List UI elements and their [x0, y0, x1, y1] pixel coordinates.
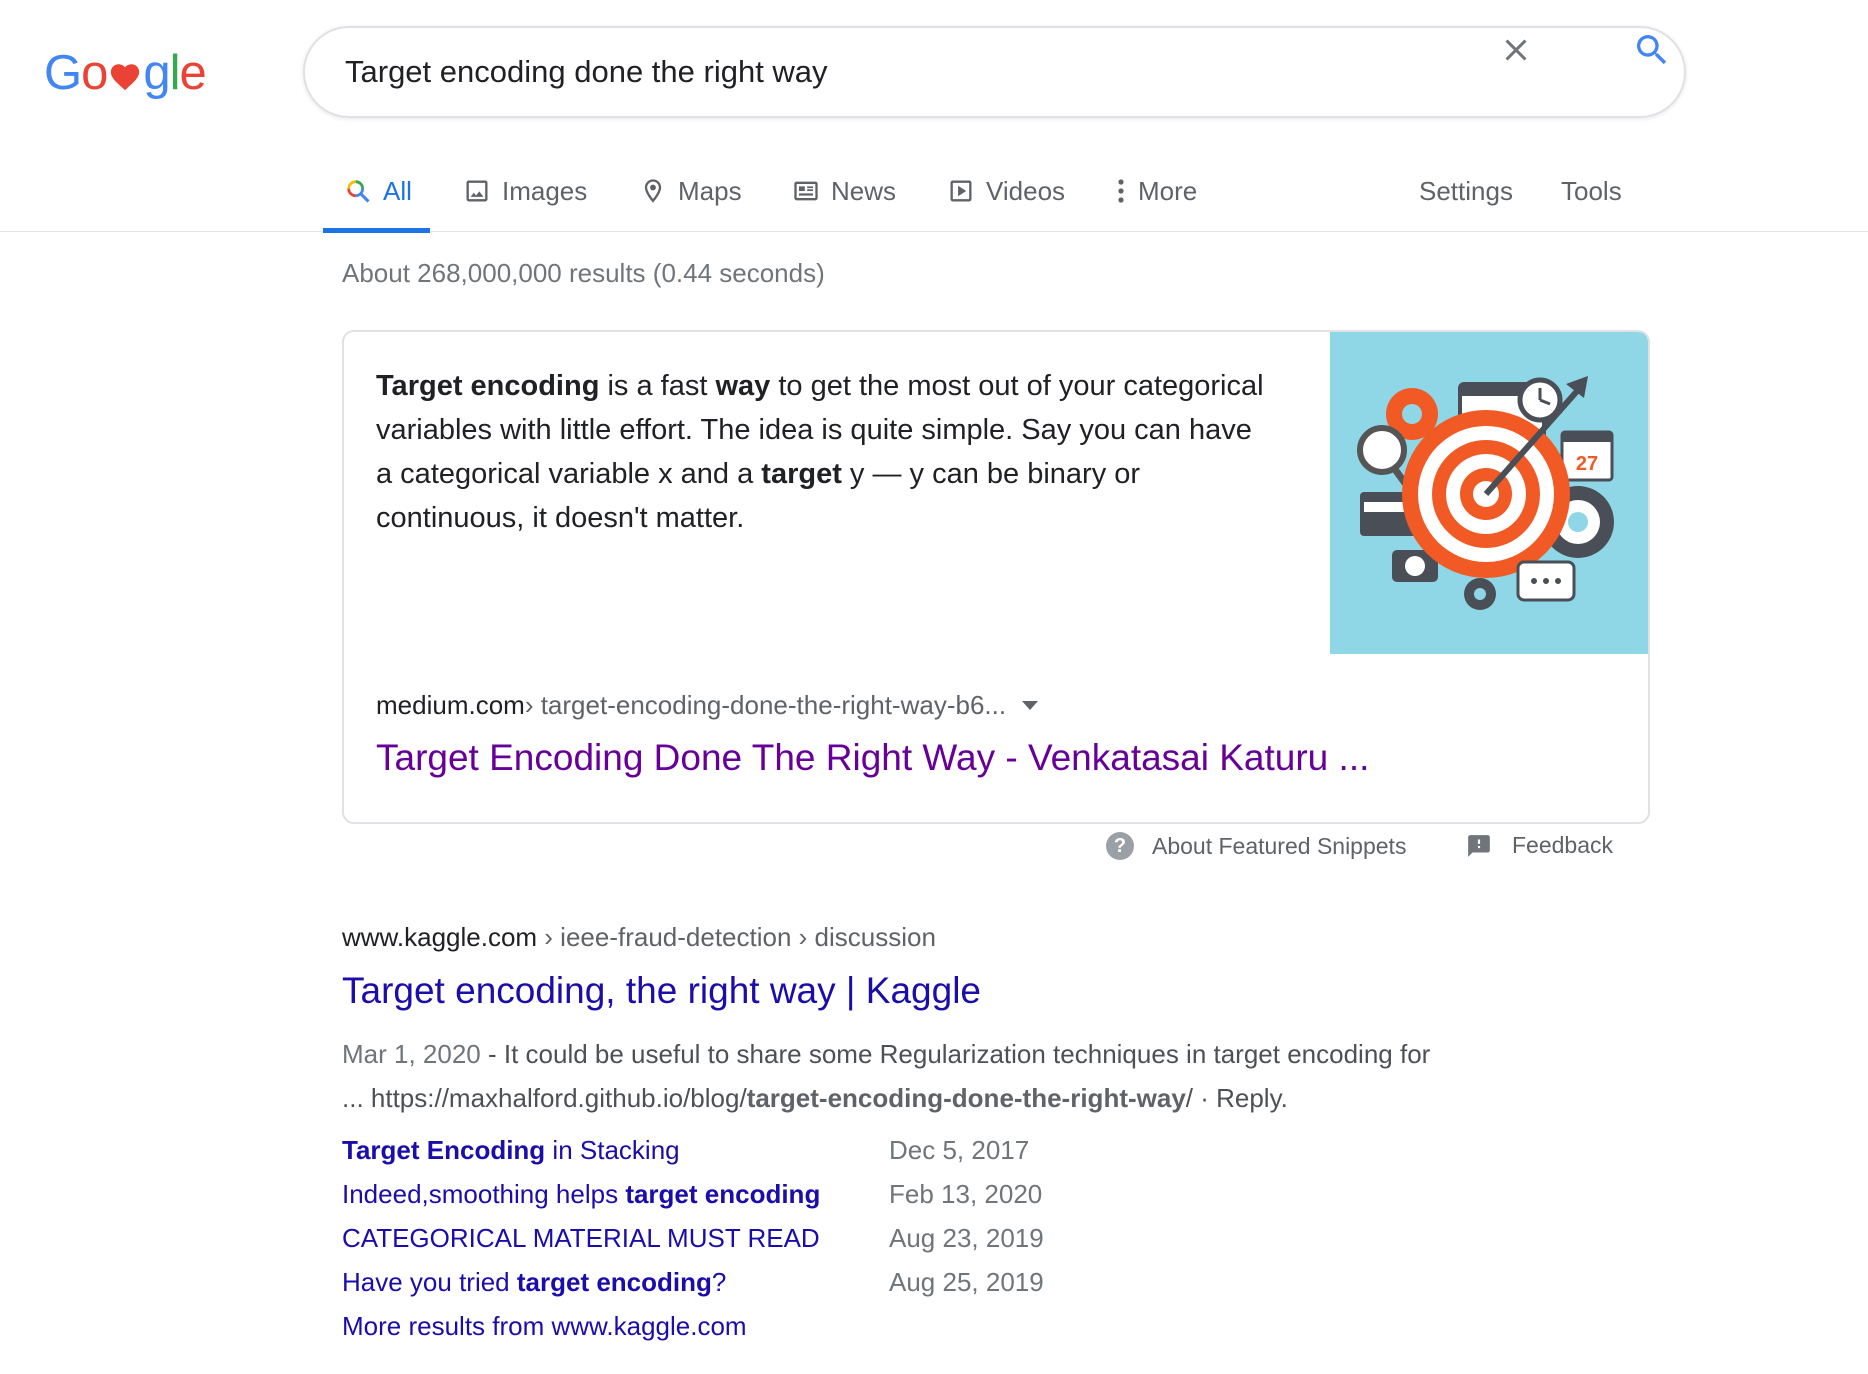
snippet-text-part: target: [761, 458, 842, 490]
about-snippets-label: About Featured Snippets: [1152, 832, 1407, 859]
sitelink-part: Target Encoding: [342, 1134, 546, 1165]
tab-label: Tools: [1561, 175, 1622, 206]
tab-label: Videos: [986, 175, 1066, 206]
desc-text: ... https://maxhalford.github.io/blog/: [342, 1083, 747, 1113]
google-logo[interactable]: Gogle: [44, 38, 207, 100]
tab-label: Settings: [1419, 175, 1513, 206]
sitelink-row: Target Encoding in Stacking Dec 5, 2017: [342, 1128, 1142, 1172]
tab-all[interactable]: All: [323, 150, 430, 233]
cite-domain: medium.com: [376, 690, 525, 720]
calendar-number: 27: [1576, 453, 1598, 475]
result-description: Mar 1, 2020 - It could be useful to shar…: [342, 1032, 1572, 1120]
snippet-text-part: way: [715, 370, 771, 402]
feedback-icon: [1468, 834, 1490, 857]
logo-letter: o: [81, 46, 108, 100]
cite-path: › target-encoding-done-the-right-way-b6.…: [524, 690, 1007, 720]
tab-label: More: [1138, 175, 1198, 206]
sitelink-date: Dec 5, 2017: [889, 1134, 1030, 1165]
tab-label: News: [831, 175, 897, 206]
sitelink-part: CATEGORICAL MATERIAL MUST READ: [342, 1222, 820, 1253]
tab-more[interactable]: More: [1112, 150, 1197, 232]
sitelink-part: in Stacking: [545, 1134, 680, 1165]
tab-label: All: [383, 175, 412, 206]
sitelink-part: target encoding: [625, 1178, 821, 1209]
snippet-text-part: Target encoding: [376, 370, 600, 402]
search-button[interactable]: [1624, 22, 1680, 78]
sitelink-part: target encoding: [516, 1266, 712, 1297]
snippet-title-link[interactable]: Target Encoding Done The Right Way - Ven…: [376, 737, 1369, 779]
newspaper-icon: [791, 176, 821, 206]
result-title-link[interactable]: Target encoding, the right way | Kaggle: [342, 970, 1572, 1018]
snippet-footer: ? About Featured Snippets Feedback: [0, 832, 1868, 868]
tab-images[interactable]: Images: [462, 150, 587, 232]
map-pin-icon: [638, 176, 668, 206]
about-featured-snippets-link[interactable]: ? About Featured Snippets: [1106, 832, 1406, 860]
sitelink-part: Have you tried: [342, 1266, 517, 1297]
feedback-label: Feedback: [1512, 832, 1614, 858]
sitelink-row: CATEGORICAL MATERIAL MUST READ Aug 23, 2…: [342, 1216, 1142, 1260]
heart-icon: [111, 64, 140, 91]
feedback-link[interactable]: Feedback: [1466, 832, 1613, 859]
more-vertical-icon: [1112, 176, 1130, 206]
image-icon: [462, 176, 492, 206]
tab-videos[interactable]: Videos: [946, 150, 1065, 232]
desc-text: - It could be useful to share some Regul…: [480, 1039, 1431, 1069]
search-input[interactable]: [345, 44, 1445, 100]
tab-settings[interactable]: Settings: [1419, 150, 1513, 232]
sitelink[interactable]: CATEGORICAL MATERIAL MUST READ: [342, 1223, 889, 1254]
play-icon: [946, 176, 976, 206]
sitelink[interactable]: Have you tried target encoding?: [342, 1267, 889, 1298]
desc-text: / · Reply.: [1185, 1083, 1288, 1113]
sitelinks: Target Encoding in Stacking Dec 5, 2017 …: [342, 1128, 1142, 1348]
search-icon: [1637, 35, 1667, 65]
result-date: Mar 1, 2020: [342, 1039, 481, 1069]
featured-snippet: Target encoding is a fast way to get the…: [342, 330, 1650, 824]
result-cite: www.kaggle.com › ieee-fraud-detection › …: [342, 922, 1572, 958]
snippet-image[interactable]: 27: [1330, 332, 1648, 654]
sitelink-part: Indeed,smoothing helps: [342, 1178, 626, 1209]
logo-letter: G: [44, 46, 82, 100]
more-results-link[interactable]: More results from www.kaggle.com: [342, 1304, 1142, 1348]
tab-label: Maps: [678, 175, 742, 206]
search-tabs: All Images Maps News Videos More Setting…: [0, 150, 1868, 233]
tab-news[interactable]: News: [791, 150, 896, 232]
search-result: www.kaggle.com › ieee-fraud-detection › …: [342, 922, 1572, 1348]
sitelink-row: Have you tried target encoding? Aug 25, …: [342, 1260, 1142, 1304]
sitelink-part: ?: [711, 1266, 727, 1297]
snippet-text-part: is a fast: [599, 370, 716, 402]
sitelink[interactable]: Target Encoding in Stacking: [342, 1135, 889, 1166]
caret-down-icon[interactable]: [1022, 701, 1039, 710]
logo-letter: l: [169, 46, 181, 100]
tab-maps[interactable]: Maps: [638, 150, 742, 232]
clear-search-button[interactable]: [1488, 22, 1544, 78]
cite-path: › ieee-fraud-detection › discussion: [537, 922, 936, 952]
cite-domain: www.kaggle.com: [342, 922, 538, 952]
target-illustration: 27: [1357, 376, 1614, 610]
sitelink-date: Aug 23, 2019: [889, 1222, 1044, 1253]
help-icon: ?: [1106, 832, 1134, 860]
logo-letter: g: [143, 46, 170, 100]
sitelink-row: Indeed,smoothing helps target encoding F…: [342, 1172, 1142, 1216]
snippet-text: Target encoding is a fast way to get the…: [376, 364, 1276, 540]
close-icon: [1505, 39, 1527, 61]
search-box: [303, 26, 1686, 118]
desc-bold: target-encoding-done-the-right-way: [746, 1083, 1186, 1113]
sitelink[interactable]: Indeed,smoothing helps target encoding: [342, 1179, 889, 1210]
tab-tools[interactable]: Tools: [1561, 150, 1622, 232]
snippet-cite: medium.com › target-encoding-done-the-ri…: [376, 690, 1039, 721]
sitelink-date: Feb 13, 2020: [889, 1178, 1043, 1209]
result-stats: About 268,000,000 results (0.44 seconds): [342, 258, 825, 288]
sitelink-date: Aug 25, 2019: [889, 1266, 1044, 1297]
search-icon: [343, 176, 373, 206]
logo-letter: e: [179, 46, 207, 100]
tab-label: Images: [502, 175, 588, 206]
